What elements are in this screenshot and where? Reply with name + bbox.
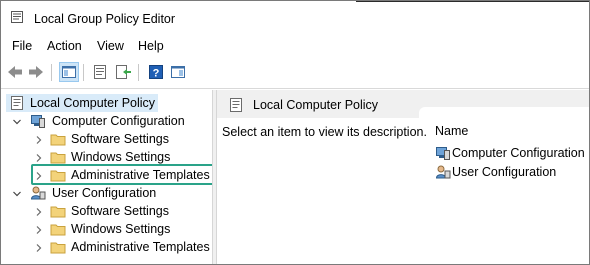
menu-action[interactable]: Action bbox=[47, 39, 82, 53]
tree-label: Software Settings bbox=[71, 204, 169, 218]
chevron-right-icon[interactable] bbox=[34, 225, 44, 235]
tree-label: Software Settings bbox=[71, 132, 169, 146]
tree-label: Windows Settings bbox=[71, 150, 171, 164]
window-title: Local Group Policy Editor bbox=[34, 12, 176, 26]
tree-item-user-windows-settings[interactable]: Windows Settings bbox=[28, 220, 198, 238]
show-hide-tree-button[interactable] bbox=[59, 62, 79, 82]
export-list-icon bbox=[116, 65, 131, 79]
toolbar-divider bbox=[1, 88, 589, 89]
folder-icon bbox=[50, 152, 66, 164]
chevron-right-icon[interactable] bbox=[34, 207, 44, 217]
tree-item-software-settings[interactable]: Software Settings bbox=[28, 130, 198, 148]
toolbar-separator bbox=[138, 64, 139, 81]
help-icon: ? bbox=[149, 65, 163, 80]
show-hide-action-pane-icon bbox=[171, 66, 185, 78]
chevron-down-icon[interactable] bbox=[12, 189, 22, 199]
tree-label: Windows Settings bbox=[71, 222, 171, 236]
highlight-box bbox=[31, 164, 217, 185]
header-tab-shape bbox=[419, 107, 589, 118]
toolbar-separator bbox=[83, 64, 84, 81]
tree-item-user-software-settings[interactable]: Software Settings bbox=[28, 202, 198, 220]
description-text: Select an item to view its description. bbox=[222, 125, 427, 139]
tree-item-computer-configuration[interactable]: Computer Configuration bbox=[10, 112, 195, 130]
properties-button[interactable] bbox=[91, 63, 109, 81]
computer-icon bbox=[436, 147, 450, 160]
forward-button[interactable] bbox=[27, 63, 45, 81]
details-header: Local Computer Policy bbox=[217, 90, 589, 118]
column-header-name[interactable]: Name bbox=[435, 124, 468, 138]
properties-icon bbox=[94, 65, 106, 79]
list-item-label: User Configuration bbox=[452, 165, 557, 179]
window: Local Group Policy Editor File Action Vi… bbox=[0, 0, 590, 265]
chevron-right-icon[interactable] bbox=[34, 153, 44, 163]
policy-icon bbox=[230, 98, 242, 112]
export-list-button[interactable] bbox=[114, 63, 132, 81]
folder-icon bbox=[50, 242, 66, 254]
tree-label: User Configuration bbox=[52, 186, 157, 200]
chevron-right-icon[interactable] bbox=[34, 135, 44, 145]
list-item-label: Computer Configuration bbox=[452, 146, 585, 160]
help-button[interactable]: ? bbox=[147, 63, 165, 81]
tree-label: Local Computer Policy bbox=[30, 96, 156, 110]
show-hide-action-pane-button[interactable] bbox=[169, 63, 187, 81]
app-icon bbox=[11, 11, 23, 23]
chevron-right-icon[interactable] bbox=[34, 243, 44, 253]
tree-item-user-configuration[interactable]: User Configuration bbox=[10, 184, 195, 202]
menu-bar: File Action View Help bbox=[1, 35, 589, 57]
details-title: Local Computer Policy bbox=[253, 98, 379, 112]
show-hide-tree-icon bbox=[62, 66, 76, 78]
list-item-user-configuration[interactable]: User Configuration bbox=[435, 163, 585, 181]
forward-arrow-icon bbox=[29, 66, 43, 78]
chevron-down-icon[interactable] bbox=[12, 117, 22, 127]
toolbar: ? bbox=[1, 58, 589, 87]
toolbar-separator bbox=[51, 64, 52, 81]
details-pane: Local Computer Policy Select an item to … bbox=[217, 90, 589, 264]
back-arrow-icon bbox=[8, 66, 22, 78]
computer-icon bbox=[31, 115, 45, 128]
folder-icon bbox=[50, 224, 66, 236]
menu-help[interactable]: Help bbox=[138, 39, 164, 53]
tree-label: Computer Configuration bbox=[52, 114, 185, 128]
back-button[interactable] bbox=[6, 63, 24, 81]
menu-view[interactable]: View bbox=[97, 39, 124, 53]
title-bar[interactable]: Local Group Policy Editor bbox=[1, 1, 589, 33]
menu-file[interactable]: File bbox=[12, 39, 32, 53]
user-icon bbox=[30, 186, 46, 200]
user-icon bbox=[435, 165, 451, 179]
tree-item-local-computer-policy[interactable]: Local Computer Policy bbox=[6, 94, 158, 112]
svg-text:?: ? bbox=[153, 68, 160, 80]
folder-icon bbox=[50, 206, 66, 218]
policy-icon bbox=[11, 96, 23, 110]
tree-label: Administrative Templates bbox=[71, 240, 210, 254]
list-item-computer-configuration[interactable]: Computer Configuration bbox=[435, 144, 585, 162]
folder-icon bbox=[50, 134, 66, 146]
tree-item-user-administrative-templates[interactable]: Administrative Templates bbox=[28, 238, 210, 256]
